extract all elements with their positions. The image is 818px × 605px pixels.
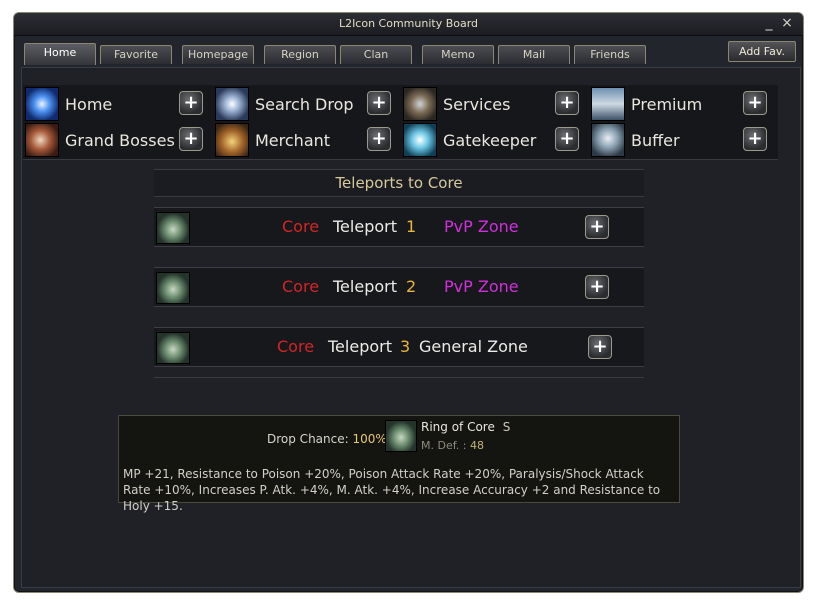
menu-add-buffer-button[interactable]: + (743, 127, 767, 151)
tab-clan[interactable]: Clan (340, 45, 412, 64)
item-grade: S (502, 420, 511, 434)
teleport-2-button[interactable]: + (585, 275, 609, 299)
teleport-row-1[interactable]: Core Teleport 1 PvP Zone + (154, 207, 644, 247)
drop-chance: Drop Chance: 100% (267, 432, 387, 446)
ring-icon (385, 420, 417, 452)
menu-label: Services (443, 95, 511, 114)
item-mdef: M. Def. : 48 (421, 439, 484, 452)
menu-label: Grand Bosses (65, 131, 175, 150)
crystal-burst-icon (215, 87, 249, 121)
teleport-1-button[interactable]: + (585, 215, 609, 239)
drop-info-panel: Drop Chance: 100% Ring of Core S M. Def.… (118, 415, 680, 513)
gear-icon (403, 87, 437, 121)
blue-star-icon (25, 87, 59, 121)
title-bar[interactable]: L2Icon Community Board _ × (14, 13, 803, 36)
boss-name: Core (282, 277, 320, 296)
teleport-row-3[interactable]: Core Teleport 3 General Zone + (154, 327, 644, 367)
menu-add-services-button[interactable]: + (555, 91, 579, 115)
divider (154, 377, 644, 378)
teleport-word: Teleport (333, 277, 397, 296)
drop-chance-label: Drop Chance: (267, 432, 349, 446)
boss-name: Core (277, 337, 315, 356)
item-name-text: Ring of Core (421, 420, 495, 434)
menu-add-search-drop-button[interactable]: + (367, 91, 391, 115)
menu-label: Buffer (631, 131, 680, 150)
zone-label: General Zone (419, 337, 528, 356)
tab-home[interactable]: Home (24, 43, 96, 65)
item-description: MP +21, Resistance to Poison +20%, Poiso… (123, 467, 661, 513)
community-board-window: L2Icon Community Board _ × Home Favorite… (13, 12, 804, 593)
tab-homepage[interactable]: Homepage (182, 45, 254, 64)
item-mdef-value: 48 (470, 439, 484, 452)
minimize-button[interactable]: _ (762, 15, 776, 31)
ring-icon (156, 272, 190, 304)
armored-figure-icon (591, 123, 625, 157)
tab-friends[interactable]: Friends (574, 45, 646, 64)
tab-memo[interactable]: Memo (422, 45, 494, 64)
ring-icon (156, 212, 190, 244)
menu-add-gatekeeper-button[interactable]: + (555, 127, 579, 151)
section-title: Teleports to Core (154, 169, 644, 197)
menu-add-premium-button[interactable]: + (743, 91, 767, 115)
ring-icon (156, 332, 190, 364)
menu-label: Premium (631, 95, 703, 114)
menu-label: Search Drop (255, 95, 354, 114)
item-name: Ring of Core S (421, 420, 510, 434)
boss-name: Core (282, 217, 320, 236)
menu-add-merchant-button[interactable]: + (367, 127, 391, 151)
close-button[interactable]: × (780, 15, 794, 31)
menu-label: Gatekeeper (443, 131, 537, 150)
tab-favorite[interactable]: Favorite (100, 45, 172, 64)
tab-region[interactable]: Region (264, 45, 336, 64)
item-mdef-label: M. Def. : (421, 439, 467, 452)
teleport-row-2[interactable]: Core Teleport 2 PvP Zone + (154, 267, 644, 307)
dragon-head-icon (25, 123, 59, 157)
menu-add-home-button[interactable]: + (179, 91, 203, 115)
portal-swirl-icon (403, 123, 437, 157)
main-menu: Home + Search Drop + Services + Premium … (23, 85, 778, 160)
menu-add-grand-bosses-button[interactable]: + (179, 127, 203, 151)
zone-label: PvP Zone (444, 277, 519, 296)
menu-label: Home (65, 95, 113, 114)
teleport-number: 1 (406, 217, 417, 236)
menu-label: Merchant (255, 131, 331, 150)
treasure-chest-icon (215, 123, 249, 157)
teleport-number: 2 (406, 277, 417, 296)
teleport-3-button[interactable]: + (588, 335, 612, 359)
zone-label: PvP Zone (444, 217, 519, 236)
teleport-number: 3 (400, 337, 411, 356)
add-favorite-button[interactable]: Add Fav. (728, 41, 796, 62)
teleport-word: Teleport (328, 337, 392, 356)
drop-chance-value: 100% (352, 432, 387, 446)
sword-altar-icon (591, 87, 625, 121)
window-title: L2Icon Community Board (338, 17, 479, 30)
teleport-word: Teleport (333, 217, 397, 236)
tab-mail[interactable]: Mail (498, 45, 570, 64)
